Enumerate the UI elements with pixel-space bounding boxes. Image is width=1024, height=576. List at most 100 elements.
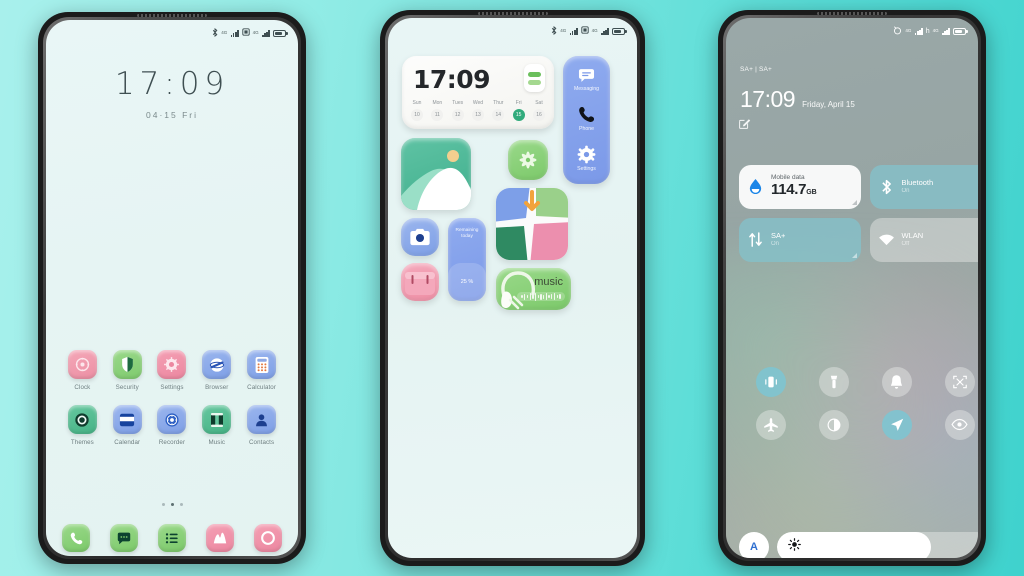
network-type-label: 4G (221, 30, 228, 35)
sun-icon (788, 537, 801, 556)
tile-bluetooth[interactable]: Bluetooth On (869, 164, 978, 209)
toggle-bell[interactable] (881, 366, 912, 397)
app-label: Contacts (248, 439, 275, 446)
music-waveform[interactable] (517, 292, 565, 301)
hd-icon: h (925, 27, 930, 35)
page-dot[interactable] (161, 503, 165, 506)
notes-icon[interactable] (158, 524, 186, 552)
lockscreen-date: 04·15 Fri (145, 110, 198, 120)
tile-wlan[interactable]: WLAN Off (869, 217, 978, 262)
auto-brightness-button[interactable]: A (739, 531, 769, 558)
tile-sa-plus[interactable]: SA+ On (739, 217, 861, 262)
app-label: Settings (160, 384, 184, 391)
tile-value: 114.7 (771, 181, 807, 199)
tile-title: WLAN (901, 231, 924, 241)
phone-icon[interactable] (62, 524, 90, 552)
day-number: 11 (431, 109, 444, 121)
battery-remaining-widget[interactable]: Remaining today 25 % (448, 218, 486, 301)
quick-settings-tiles: Mobile data 114.7GB Bluetooth On SA+ On … (739, 164, 978, 262)
flower-widget[interactable] (508, 140, 548, 180)
week-calendar: Sun 10 Mon 11 Tues 12 Wed 13 Thur 14 Fri 15 Sa… (411, 100, 545, 121)
shortcut-settings[interactable]: Settings (577, 145, 596, 172)
toggle-bar-bottom (528, 79, 541, 85)
notebook-widget[interactable] (401, 263, 439, 301)
network-type-label-2: 4G (252, 30, 259, 35)
calendar-day[interactable]: Mon 11 (431, 100, 444, 121)
app-label: Browser (205, 384, 229, 391)
toggle-dark-mode[interactable] (818, 409, 849, 440)
shortcut-phone[interactable]: Phone (577, 105, 596, 132)
app-label: Calculator (247, 384, 277, 391)
app-music[interactable]: Music (194, 405, 239, 446)
calendar-day[interactable]: Wed 13 (471, 100, 484, 121)
day-name: Sun (412, 100, 422, 106)
app-label: Themes (70, 439, 94, 446)
app-settings[interactable]: Settings (150, 350, 195, 391)
battery-percent: 25 % (460, 279, 474, 285)
app-recorder[interactable]: Recorder (150, 405, 195, 446)
brightness-slider[interactable] (777, 531, 978, 558)
toggle-airplane[interactable] (755, 409, 786, 440)
shortcut-messaging[interactable]: Messaging (574, 68, 599, 92)
tile-mobile-data[interactable]: Mobile data 114.7GB (739, 164, 861, 209)
gallery-widget[interactable] (401, 138, 471, 210)
gallery-icon[interactable] (206, 524, 234, 552)
day-name: Fri (515, 100, 522, 106)
camera-icon (410, 228, 430, 246)
widget-toggle-switch[interactable] (524, 64, 545, 92)
page-dot-active[interactable] (170, 503, 174, 506)
calendar-day[interactable]: Tues 12 (451, 100, 464, 121)
calendar-day[interactable]: Sun 10 (411, 100, 423, 121)
app-grid: Clock Security Settings Browser Calculat… (60, 350, 284, 446)
battery-label: Remaining today (448, 228, 486, 240)
browser-icon (202, 350, 232, 379)
app-clock[interactable]: Clock (60, 350, 105, 391)
shortcut-label: Phone (578, 125, 594, 132)
calendar-day[interactable]: Thur 14 (492, 100, 505, 121)
calendar-day-active[interactable]: Fri 15 (512, 100, 525, 121)
phone-device-left: 4G 4G 17:09 04·15 Fri Clock Security Set… (38, 12, 306, 564)
tile-expand-corner[interactable] (851, 199, 857, 205)
widget-clock-time: 17:09 (413, 65, 491, 94)
phone3-statusbar: 4G h 4G (726, 18, 978, 44)
edit-pencil-icon[interactable] (737, 117, 751, 131)
folder-download-widget[interactable] (496, 188, 568, 260)
cc-header-actions (726, 117, 964, 131)
silent-icon (893, 25, 902, 37)
app-label: Calendar (114, 439, 141, 446)
toggle-eye-protect[interactable] (944, 409, 975, 440)
tile-title: Mobile data (771, 173, 805, 181)
toggle-location[interactable] (881, 409, 912, 440)
tile-expand-corner[interactable] (851, 252, 857, 258)
music-widget[interactable]: music (496, 268, 571, 310)
shortcut-label: Messaging (573, 86, 600, 93)
brightness-row: A (739, 531, 978, 558)
app-calculator[interactable]: Calculator (239, 350, 284, 391)
toggle-flashlight[interactable] (818, 366, 849, 397)
battery-icon (273, 29, 288, 37)
camera-icon[interactable] (254, 524, 282, 552)
camera-widget[interactable] (401, 218, 439, 256)
signal-4g-icon (230, 29, 239, 37)
shortcut-column-widget: Messaging Phone Settings (563, 56, 610, 184)
messages-icon[interactable] (110, 524, 138, 552)
app-themes[interactable]: Themes (60, 405, 105, 446)
network-type-label-2: 4G (591, 28, 598, 33)
calendar-day[interactable]: Sat 16 (532, 100, 545, 121)
phone1-screen: 4G 4G 17:09 04·15 Fri Clock Security Set… (46, 20, 298, 556)
toggle-vibrate[interactable] (755, 366, 786, 397)
toggle-bar-top (528, 71, 541, 77)
page-dot[interactable] (179, 503, 183, 506)
app-label: Recorder (158, 439, 186, 446)
app-security[interactable]: Security (105, 350, 150, 391)
toggle-screenshot[interactable] (944, 366, 975, 397)
battery-label-line2: today (461, 234, 473, 239)
eye-protect-icon (951, 419, 968, 431)
app-calendar[interactable]: Calendar (105, 405, 150, 446)
bluetooth-icon (212, 27, 218, 39)
day-number: 13 (471, 109, 484, 121)
tile-text: Mobile data 114.7GB (771, 174, 817, 200)
app-contacts[interactable]: Contacts (239, 405, 284, 446)
clock-calendar-widget[interactable]: 17:09 Sun 10 Mon 11 Tues 12 Wed 13 Thur 14 Fr… (402, 56, 554, 129)
app-browser[interactable]: Browser (194, 350, 239, 391)
